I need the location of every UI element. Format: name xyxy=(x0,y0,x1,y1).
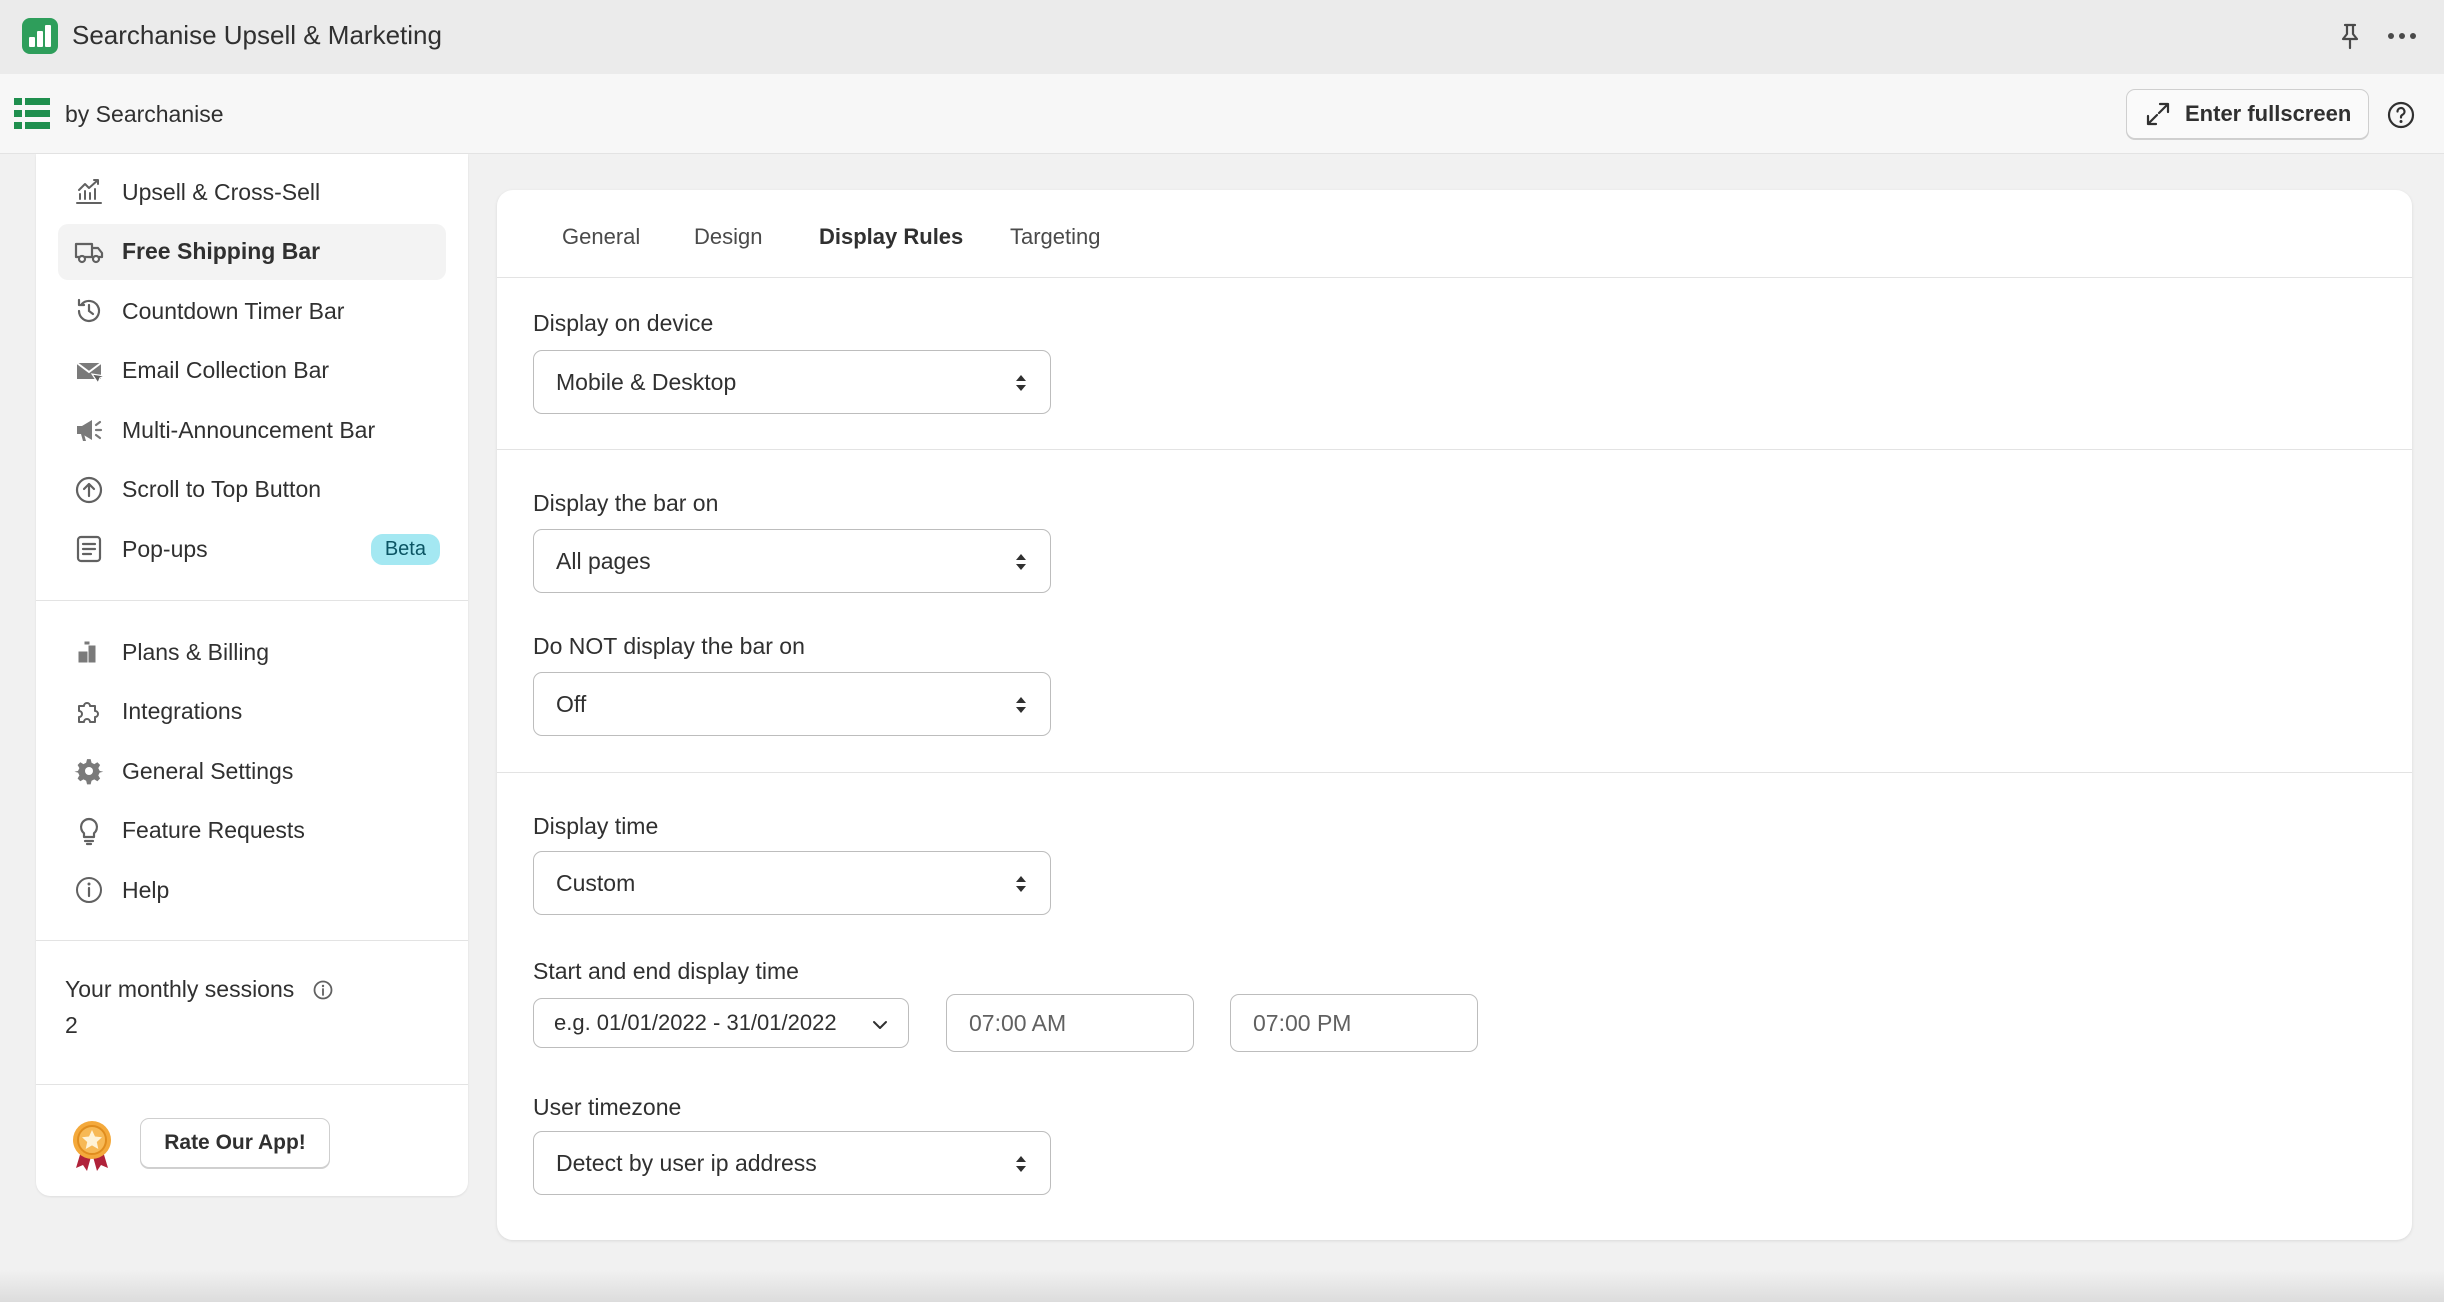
sidebar-item-general-settings[interactable]: General Settings xyxy=(58,743,446,799)
sidebar-item-label: Upsell & Cross-Sell xyxy=(122,178,321,205)
date-range-select[interactable]: e.g. 01/01/2022 - 31/01/2022 xyxy=(533,998,909,1048)
sidebar-item-label: Feature Requests xyxy=(122,817,305,843)
display-bar-on-label: Display the bar on xyxy=(533,490,719,516)
sidebar-item-label: General Settings xyxy=(122,757,294,784)
sidebar-item-plans-billing[interactable]: Plans & Billing xyxy=(58,624,446,680)
medal-icon xyxy=(73,1121,111,1171)
display-on-device-label: Display on device xyxy=(533,310,714,336)
sidebar-item-label: Multi-Announcement Bar xyxy=(122,416,376,443)
app-header: by Searchanise Enter fullscreen xyxy=(0,74,2444,154)
sidebar-item-label: Integrations xyxy=(122,698,243,724)
section-divider xyxy=(497,772,2412,773)
info-circle-icon xyxy=(76,877,102,903)
enter-fullscreen-label: Enter fullscreen xyxy=(2185,101,2352,126)
title-bar: Searchanise Upsell & Marketing xyxy=(0,0,2444,74)
select-value: Off xyxy=(556,690,587,717)
help-circle-icon[interactable] xyxy=(2385,99,2417,131)
tab-display-rules[interactable]: Display Rules xyxy=(819,224,963,250)
sidebar-item-label: Scroll to Top Button xyxy=(122,476,322,502)
searchanise-logo-icon xyxy=(14,98,50,129)
lightbulb-icon xyxy=(79,817,99,845)
sidebar-divider xyxy=(36,1084,468,1085)
monthly-sessions-value: 2 xyxy=(65,1012,78,1038)
select-value: All pages xyxy=(556,547,651,574)
sidebar-item-email-collection-bar[interactable]: Email Collection Bar xyxy=(58,343,446,399)
start-time-input[interactable] xyxy=(946,994,1194,1052)
display-time-select[interactable]: Custom xyxy=(533,851,1051,915)
sidebar-item-label: Pop-ups xyxy=(122,535,208,562)
beta-badge: Beta xyxy=(370,534,440,565)
sidebar-item-free-shipping-bar[interactable]: Free Shipping Bar xyxy=(58,223,446,280)
rate-our-app-button[interactable]: Rate Our App! xyxy=(140,1118,330,1168)
megaphone-icon xyxy=(77,420,103,441)
sidebar-divider xyxy=(36,600,468,601)
more-options-icon[interactable] xyxy=(2382,20,2422,52)
sidebar-nav-settings: Plans & Billing Integrations General Set… xyxy=(36,624,468,922)
tab-general[interactable]: General xyxy=(562,224,640,250)
sidebar-item-label: Plans & Billing xyxy=(122,638,270,665)
chart-growth-icon xyxy=(76,179,102,204)
info-icon[interactable] xyxy=(312,979,334,1001)
arrow-up-circle-icon xyxy=(75,476,103,503)
billing-icon xyxy=(77,640,97,664)
display-on-device-select[interactable]: Mobile & Desktop xyxy=(533,350,1051,414)
app-title: Searchanise Upsell & Marketing xyxy=(72,20,442,50)
sidebar-item-label: Help xyxy=(122,876,170,903)
start-end-time-label: Start and end display time xyxy=(533,958,799,984)
page-bottom-edge xyxy=(0,1270,2444,1302)
select-arrows-icon xyxy=(1016,375,1026,391)
envelope-icon xyxy=(76,361,104,384)
sidebar-divider xyxy=(36,940,468,941)
select-arrows-icon xyxy=(1016,697,1026,713)
sidebar-item-multi-announcement-bar[interactable]: Multi-Announcement Bar xyxy=(58,402,446,458)
tab-targeting[interactable]: Targeting xyxy=(1010,224,1101,250)
sidebar-nav-features: Upsell & Cross-Sell Free Shipping Bar Co… xyxy=(36,164,468,581)
select-value: Detect by user ip address xyxy=(556,1149,817,1176)
section-divider xyxy=(497,449,2412,450)
select-arrows-icon xyxy=(1016,554,1026,570)
user-timezone-label: User timezone xyxy=(533,1094,682,1120)
sidebar-item-countdown-timer-bar[interactable]: Countdown Timer Bar xyxy=(58,283,446,339)
date-range-placeholder: e.g. 01/01/2022 - 31/01/2022 xyxy=(554,1010,837,1035)
truck-icon xyxy=(74,242,104,263)
sidebar-item-label: Email Collection Bar xyxy=(122,357,330,383)
sidebar-item-integrations[interactable]: Integrations xyxy=(58,684,446,740)
sidebar-item-label: Free Shipping Bar xyxy=(122,238,321,264)
pin-icon[interactable] xyxy=(2334,20,2366,52)
tab-design[interactable]: Design xyxy=(694,224,762,250)
sidebar-item-pop-ups[interactable]: Pop-ups Beta xyxy=(58,521,446,577)
monthly-sessions-label: Your monthly sessions xyxy=(65,976,334,1003)
monthly-sessions-text: Your monthly sessions xyxy=(65,976,295,1002)
select-value: Mobile & Desktop xyxy=(556,368,737,395)
by-searchanise-text: by Searchanise xyxy=(65,101,224,127)
popup-window-icon xyxy=(76,535,102,563)
sidebar-item-label: Countdown Timer Bar xyxy=(122,297,345,324)
app-logo-icon xyxy=(22,18,58,54)
user-timezone-select[interactable]: Detect by user ip address xyxy=(533,1131,1051,1195)
sidebar: Upsell & Cross-Sell Free Shipping Bar Co… xyxy=(36,154,468,1196)
puzzle-icon xyxy=(78,701,99,723)
select-value: Custom xyxy=(556,869,636,896)
do-not-display-label: Do NOT display the bar on xyxy=(533,633,805,659)
do-not-display-select[interactable]: Off xyxy=(533,672,1051,736)
gear-icon xyxy=(74,759,104,785)
clock-history-icon xyxy=(77,298,101,323)
tab-bar: General Design Display Rules Targeting xyxy=(497,190,2412,278)
sidebar-item-help[interactable]: Help xyxy=(58,862,446,918)
sidebar-item-upsell-cross-sell[interactable]: Upsell & Cross-Sell xyxy=(58,164,446,220)
display-rules-card: General Design Display Rules Targeting D… xyxy=(497,190,2412,1240)
end-time-input[interactable] xyxy=(1230,994,1478,1052)
expand-icon xyxy=(2146,102,2170,126)
chevron-down-icon xyxy=(873,1021,887,1029)
select-arrows-icon xyxy=(1016,876,1026,892)
sidebar-item-feature-requests[interactable]: Feature Requests xyxy=(58,803,446,859)
display-time-label: Display time xyxy=(533,813,659,839)
sidebar-item-scroll-to-top-button[interactable]: Scroll to Top Button xyxy=(58,462,446,518)
display-bar-on-select[interactable]: All pages xyxy=(533,529,1051,593)
select-arrows-icon xyxy=(1016,1156,1026,1172)
enter-fullscreen-button[interactable]: Enter fullscreen xyxy=(2126,89,2369,139)
